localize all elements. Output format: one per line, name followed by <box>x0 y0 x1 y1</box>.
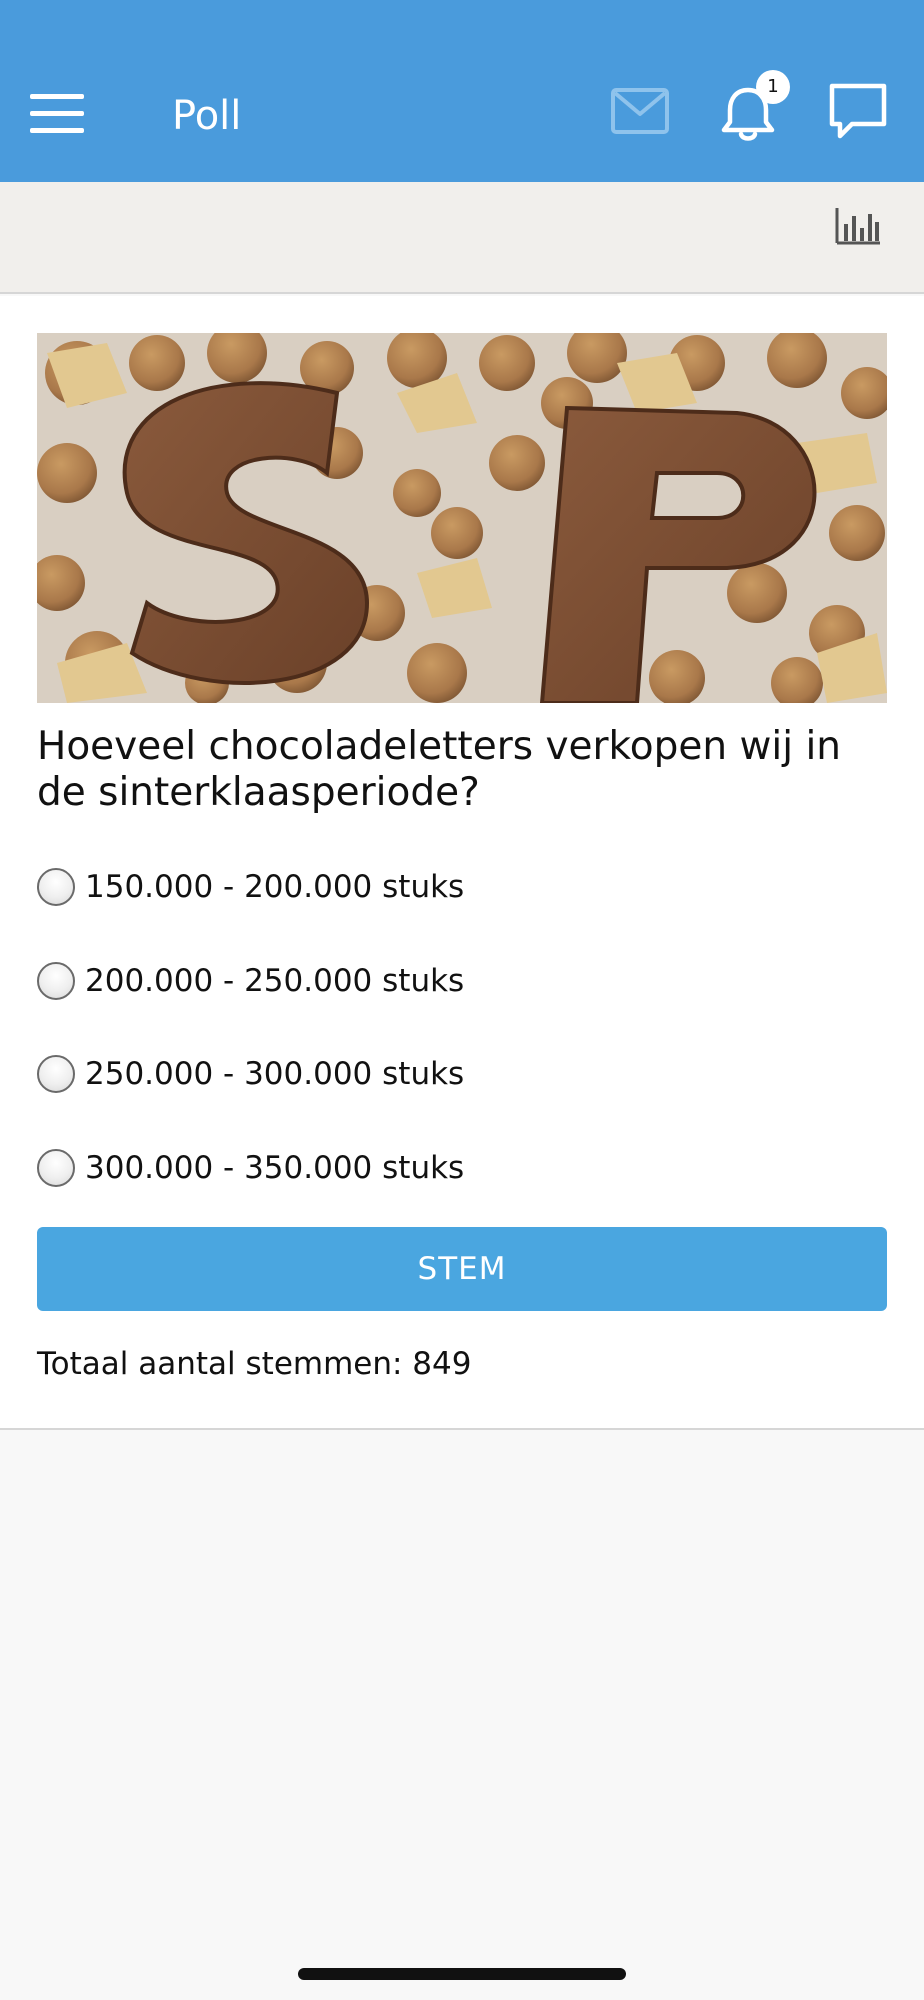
poll-option-label: 250.000 - 300.000 stuks <box>85 1056 465 1092</box>
poll-option[interactable]: 250.000 - 300.000 stuks <box>37 1050 464 1098</box>
bar-chart-icon[interactable] <box>834 206 882 246</box>
vote-button[interactable]: STEM <box>37 1227 887 1311</box>
radio-button[interactable] <box>37 868 75 906</box>
app-header: Poll 1 <box>0 0 924 182</box>
poll-option[interactable]: 300.000 - 350.000 stuks <box>37 1144 464 1192</box>
poll-option[interactable]: 150.000 - 200.000 stuks <box>37 863 464 911</box>
poll-option-label: 300.000 - 350.000 stuks <box>85 1150 465 1186</box>
poll-image <box>37 333 887 703</box>
poll-option-label: 200.000 - 250.000 stuks <box>85 963 465 999</box>
poll-option-label: 150.000 - 200.000 stuks <box>85 869 465 905</box>
radio-button[interactable] <box>37 1149 75 1187</box>
sub-toolbar <box>0 182 924 294</box>
home-indicator[interactable] <box>298 1968 626 1980</box>
radio-button[interactable] <box>37 1055 75 1093</box>
notification-count-badge: 1 <box>756 70 790 104</box>
mail-icon[interactable] <box>610 86 670 136</box>
hamburger-menu-icon[interactable] <box>30 94 86 134</box>
poll-card: Hoeveel chocoladeletters verkopen wij in… <box>0 296 924 1430</box>
total-votes-text: Totaal aantal stemmen: 849 <box>37 1346 472 1382</box>
page-title: Poll <box>172 93 242 139</box>
poll-question: Hoeveel chocoladeletters verkopen wij in… <box>37 724 841 815</box>
radio-button[interactable] <box>37 962 75 1000</box>
poll-option[interactable]: 200.000 - 250.000 stuks <box>37 957 464 1005</box>
chat-icon[interactable] <box>828 82 888 142</box>
